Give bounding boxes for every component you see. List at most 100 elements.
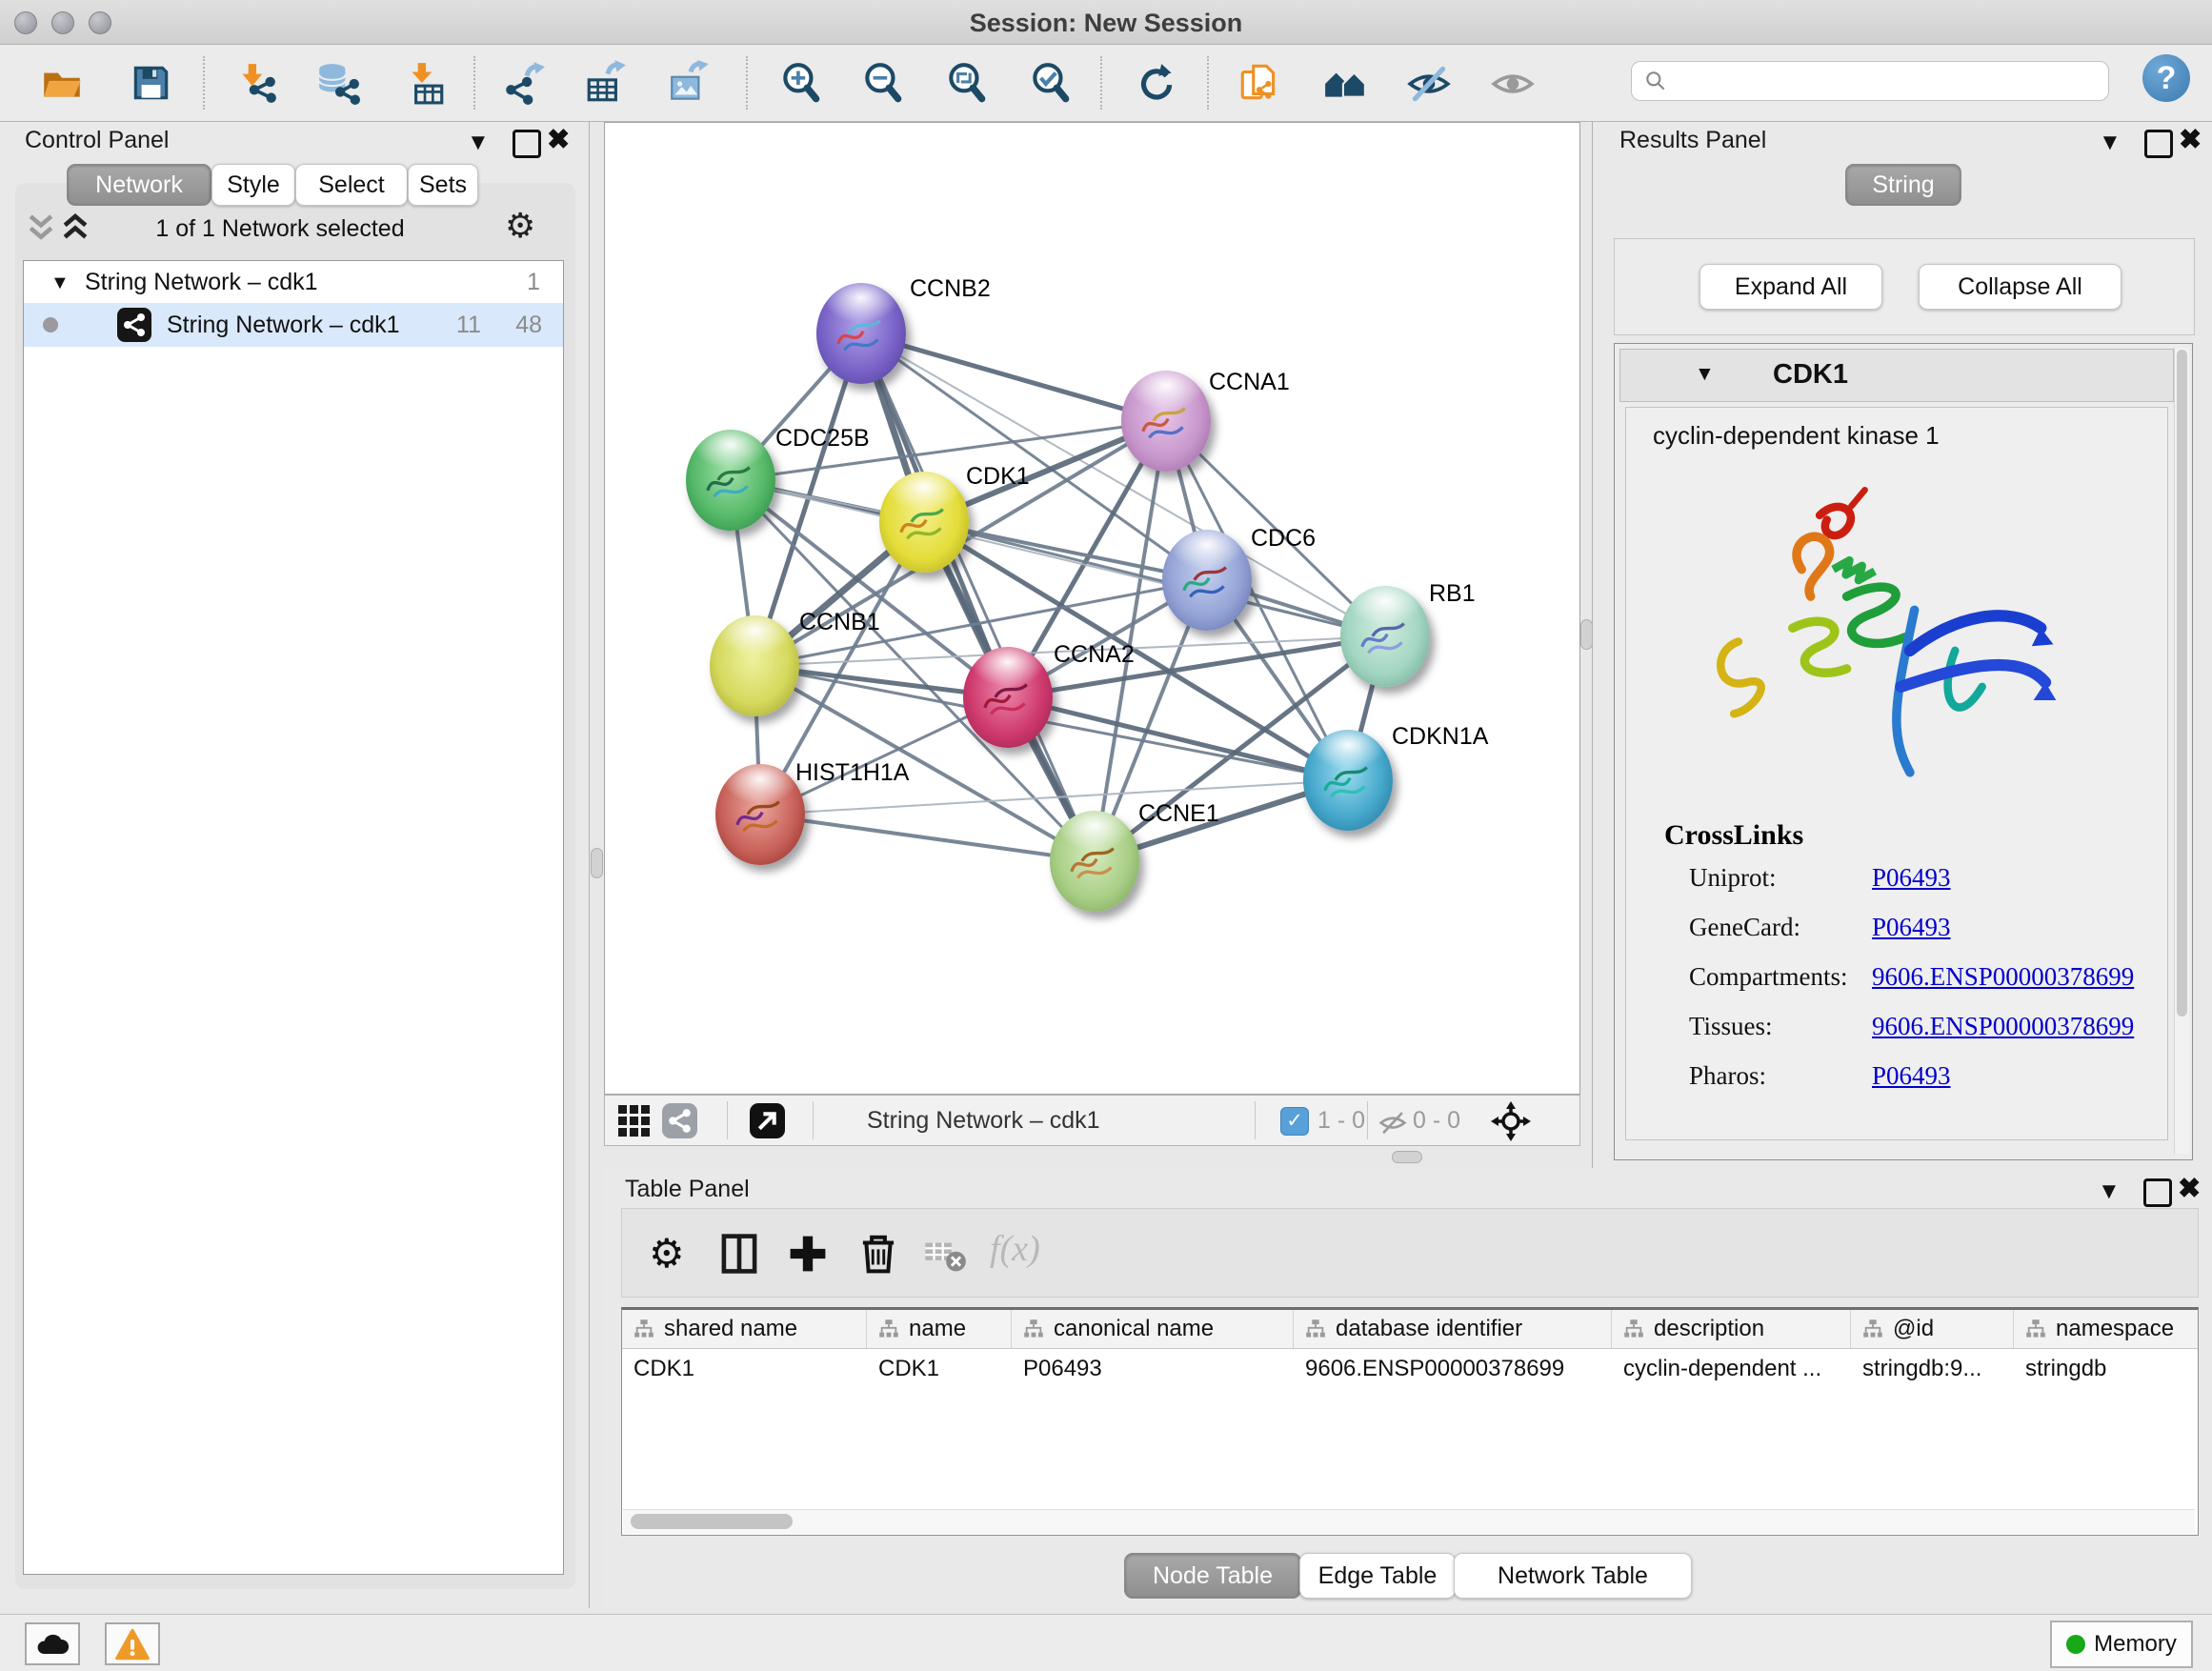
column-header-database-identifier[interactable]: database identifier <box>1294 1310 1612 1348</box>
table-horizontal-scrollbar[interactable] <box>623 1509 2195 1534</box>
network-edge[interactable] <box>760 815 1095 861</box>
collection-expand-icon[interactable]: ▼ <box>50 272 70 294</box>
table-row[interactable]: CDK1CDK1P064939606.ENSP00000378699cyclin… <box>622 1349 2198 1389</box>
network-node-CCNA1[interactable] <box>1121 371 1211 472</box>
panel-float-icon[interactable] <box>513 130 541 158</box>
panel-menu-icon[interactable]: ▼ <box>2099 129 2122 157</box>
expand-all-button[interactable]: Expand All <box>1699 264 1882 310</box>
network-node-HIST1H1A[interactable] <box>715 764 805 865</box>
collection-label: String Network – cdk1 <box>85 269 318 296</box>
warning-icon <box>114 1628 151 1661</box>
delete-table-icon[interactable] <box>923 1232 967 1276</box>
selected-checkbox-icon[interactable]: ✓ <box>1280 1107 1309 1136</box>
cloud-status-button[interactable] <box>25 1622 80 1665</box>
tab-edge-table[interactable]: Edge Table <box>1299 1553 1456 1599</box>
network-node-CDKN1A[interactable] <box>1303 730 1393 831</box>
tab-network[interactable]: Network <box>67 164 211 206</box>
first-neighbors-icon[interactable] <box>1322 60 1368 106</box>
column-header-name[interactable]: name <box>867 1310 1012 1348</box>
network-node-CDC25B[interactable] <box>686 430 775 531</box>
panel-close-icon[interactable]: ✖ <box>547 126 570 154</box>
crosslink-link[interactable]: P06493 <box>1872 1061 1951 1091</box>
zoom-fit-icon[interactable] <box>943 60 989 106</box>
panel-float-icon[interactable] <box>2143 1178 2172 1207</box>
network-edge[interactable] <box>861 333 1166 421</box>
hide-selection-eye-slash-icon[interactable] <box>1406 60 1452 106</box>
export-table-icon[interactable] <box>584 60 630 106</box>
zoom-out-icon[interactable] <box>859 60 905 106</box>
search-field[interactable] <box>1631 61 2109 101</box>
entry-collapse-icon[interactable]: ▼ <box>1695 363 1715 386</box>
zoom-in-icon[interactable] <box>777 60 823 106</box>
entry-header[interactable]: ▼ CDK1 <box>1619 349 2174 402</box>
bottom-splitter-handle[interactable] <box>1392 1151 1422 1163</box>
results-scrollbar[interactable] <box>2174 348 2189 1154</box>
create-column-plus-icon[interactable] <box>786 1232 830 1276</box>
tab-sets[interactable]: Sets <box>408 164 478 206</box>
titlebar: Session: New Session <box>0 0 2212 45</box>
network-node-CCNA2[interactable] <box>963 647 1053 748</box>
crosshair-icon[interactable] <box>1491 1101 1531 1146</box>
tab-string[interactable]: String <box>1845 164 1961 206</box>
network-collection-row[interactable]: ▼ String Network – cdk1 1 <box>24 261 563 303</box>
tab-style[interactable]: Style <box>211 164 295 206</box>
tab-select[interactable]: Select <box>295 164 408 206</box>
help-button[interactable]: ? <box>2142 54 2190 102</box>
network-options-gear-icon[interactable]: ⚙ <box>505 206 535 246</box>
panel-float-icon[interactable] <box>2144 130 2173 158</box>
search-input[interactable] <box>1676 67 2099 95</box>
crosslink-link[interactable]: 9606.ENSP00000378699 <box>1872 1012 2134 1041</box>
open-session-icon[interactable] <box>39 60 85 106</box>
export-image-icon[interactable] <box>667 60 713 106</box>
warning-status-button[interactable] <box>105 1622 160 1665</box>
tab-network-table[interactable]: Network Table <box>1454 1553 1692 1599</box>
show-all-eye-icon[interactable] <box>1490 60 1536 106</box>
column-header-description[interactable]: description <box>1612 1310 1851 1348</box>
column-header-@id[interactable]: @id <box>1851 1310 2014 1348</box>
export-network-icon[interactable] <box>501 60 547 106</box>
table-options-gear-icon[interactable]: ⚙ <box>649 1232 693 1276</box>
save-session-icon[interactable] <box>128 60 173 106</box>
network-node-CCNB2[interactable] <box>816 283 906 384</box>
column-header-shared-name[interactable]: shared name <box>622 1310 867 1348</box>
birds-eye-view-icon[interactable] <box>618 1105 651 1142</box>
panel-menu-icon[interactable]: ▼ <box>467 129 490 157</box>
show-columns-icon[interactable] <box>717 1232 761 1276</box>
table-cell: stringdb <box>2014 1349 2195 1389</box>
network-node-RB1[interactable] <box>1340 586 1430 687</box>
network-row-selected[interactable]: String Network – cdk1 11 48 <box>24 303 563 347</box>
network-node-CDC6[interactable] <box>1162 530 1252 631</box>
network-node-CDK1[interactable] <box>879 472 969 573</box>
import-network-from-database-icon[interactable] <box>314 60 360 106</box>
tab-node-table[interactable]: Node Table <box>1124 1553 1301 1599</box>
network-node-CCNB1[interactable] <box>710 615 799 716</box>
crosslink-link[interactable]: 9606.ENSP00000378699 <box>1872 962 2134 992</box>
network-node-CCNE1[interactable] <box>1050 811 1139 912</box>
toolbar-separator <box>203 56 205 110</box>
table-cell: cyclin-dependent ... <box>1612 1349 1851 1389</box>
function-builder-fx-icon[interactable]: f(x) <box>990 1228 1040 1270</box>
import-table-icon[interactable] <box>402 60 448 106</box>
panel-menu-icon[interactable]: ▼ <box>2098 1178 2121 1206</box>
network-selected-status: 1 of 1 Network selected <box>0 215 560 243</box>
zoom-selected-icon[interactable] <box>1027 60 1073 106</box>
column-header-canonical-name[interactable]: canonical name <box>1012 1310 1294 1348</box>
open-session-panel-icon[interactable] <box>1237 60 1282 106</box>
refresh-icon[interactable] <box>1133 60 1178 106</box>
column-header-namespace[interactable]: namespace <box>2014 1310 2195 1348</box>
memory-button[interactable]: Memory <box>2050 1621 2193 1668</box>
node-label: CDC25B <box>775 425 870 453</box>
panel-close-icon[interactable]: ✖ <box>2178 1175 2201 1203</box>
import-network-icon[interactable] <box>232 60 278 106</box>
control-panel-title: Control Panel <box>25 127 169 154</box>
left-splitter-handle[interactable] <box>591 848 603 878</box>
crosslink-link[interactable]: P06493 <box>1872 913 1951 942</box>
edge-count: 48 <box>515 312 542 339</box>
crosslink-link[interactable]: P06493 <box>1872 863 1951 893</box>
collapse-all-button[interactable]: Collapse All <box>1919 264 2122 310</box>
delete-column-trash-icon[interactable] <box>856 1232 900 1276</box>
network-style-icon[interactable] <box>662 1103 697 1138</box>
network-canvas[interactable]: CCNB2CCNA1CDC25BCDK1CDC6RB1CCNB1CCNA2CDK… <box>604 122 1580 1095</box>
open-in-new-window-icon[interactable] <box>750 1103 785 1138</box>
panel-close-icon[interactable]: ✖ <box>2179 126 2202 154</box>
